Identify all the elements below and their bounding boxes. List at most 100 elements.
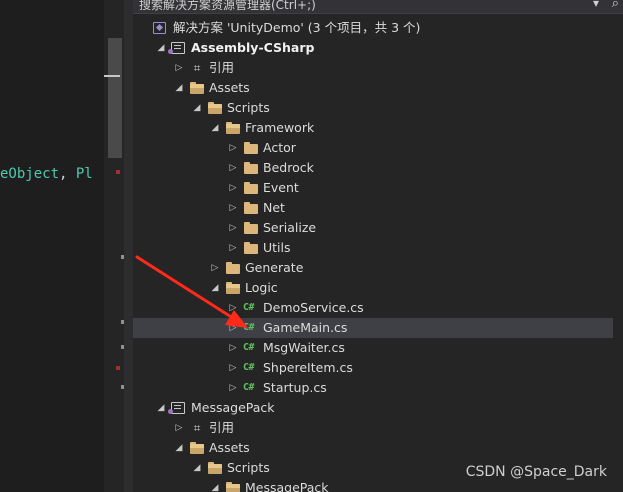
tree-item-label: Assets [209,80,250,95]
tree-item[interactable]: ▷ Event [133,178,613,198]
csharp-badge-icon [168,49,173,54]
tree-item[interactable]: ▷ C# ShpereItem.cs [133,358,613,378]
folder-icon [225,261,241,275]
collapse-arrow-icon[interactable]: ▷ [227,198,239,218]
csharp-file-icon: C# [243,382,255,393]
csharp-file-icon: C# [243,362,255,373]
tree-item-label: Scripts [227,460,270,475]
tree-item[interactable]: ◢ Assets [133,78,613,98]
tree-item-label: MsgWaiter.cs [263,340,345,355]
collapse-arrow-icon[interactable]: ▷ [227,238,239,258]
folder-icon [243,201,259,215]
tree-item[interactable]: ▷ C# GameMain.cs [133,318,613,338]
tree-item-label: Startup.cs [263,380,327,395]
folder-open-icon [189,81,205,95]
tree-item-label: 引用 [209,60,235,75]
tree-item[interactable]: ◢ MessagePack [133,398,613,418]
expand-arrow-icon[interactable]: ◢ [191,458,203,478]
solution-explorer: 搜索解决方案资源管理器(Ctrl+;) ▾ ⌕ 解决方案 'UnityDemo'… [133,0,623,492]
tree-item-label: 解决方案 'UnityDemo' (3 个项目，共 3 个) [173,20,421,35]
references-icon: ⌗ [193,61,201,75]
tree-item[interactable]: ◢ Framework [133,118,613,138]
scrollbar-thumb[interactable] [108,38,122,158]
folder-icon [243,161,259,175]
tree-item-label: Assets [209,440,250,455]
references-icon: ⌗ [193,421,201,435]
tree-item[interactable]: ◢ Scripts [133,98,613,118]
search-icon[interactable]: ⌕ [612,0,619,11]
tree-item-label: Assembly-CSharp [191,40,315,55]
collapse-arrow-icon[interactable]: ▷ [227,138,239,158]
cursor-marker [104,75,120,77]
error-marker [116,170,120,174]
tree-item[interactable]: ◢ MessagePack [133,478,613,492]
tree-item[interactable]: ◢ Logic [133,278,613,298]
tree-item[interactable]: ▷ Bedrock [133,158,613,178]
tree-item[interactable]: ▷ ⌗ 引用 [133,58,613,78]
panel-splitter[interactable] [124,0,133,492]
tree-item-label: MessagePack [191,400,275,415]
tree-item-label: Framework [245,120,315,135]
tree-item-label: Generate [245,260,304,275]
tree-item[interactable]: ▷ ⌗ 引用 [133,418,613,438]
csharp-file-icon: C# [243,342,255,353]
dropdown-icon[interactable]: ▾ [593,0,599,10]
tree-item[interactable]: ▷ Actor [133,138,613,158]
tree-item-label: Net [263,200,285,215]
expand-arrow-icon[interactable]: ◢ [155,38,167,58]
tree-item[interactable]: ◢ Assets [133,438,613,458]
csharp-project-icon [168,42,185,54]
tree-item-label: Actor [263,140,296,155]
tree-item-label: Bedrock [263,160,314,175]
expand-arrow-icon[interactable]: ◢ [191,98,203,118]
tree-item[interactable]: ▷ C# DemoService.cs [133,298,613,318]
tree-item[interactable]: ▷ C# Startup.cs [133,378,613,398]
search-input[interactable]: 搜索解决方案资源管理器(Ctrl+;) [139,0,316,13]
tree-item-label: Event [263,180,299,195]
csharp-project-icon [168,402,185,414]
collapse-arrow-icon[interactable]: ▷ [227,158,239,178]
watermark: CSDN @Space_Dark [465,464,607,480]
tree-item[interactable]: 解决方案 'UnityDemo' (3 个项目，共 3 个) [133,18,613,38]
tree-item-label: Logic [245,280,278,295]
collapse-arrow-icon[interactable]: ▷ [173,418,185,438]
expand-arrow-icon[interactable]: ◢ [173,78,185,98]
error-marker [116,366,120,370]
collapse-arrow-icon[interactable]: ▷ [227,298,239,318]
collapse-arrow-icon[interactable]: ▷ [227,378,239,398]
folder-open-icon [225,121,241,135]
search-bar[interactable]: 搜索解决方案资源管理器(Ctrl+;) ▾ ⌕ [133,0,623,14]
expand-arrow-icon[interactable]: ◢ [173,438,185,458]
tree-item-label: Scripts [227,100,270,115]
tree-item[interactable]: ▷ Generate [133,258,613,278]
csharp-file-icon: C# [243,322,255,333]
collapse-arrow-icon[interactable]: ▷ [227,218,239,238]
expand-arrow-icon[interactable]: ◢ [209,478,221,492]
tree-item-label: Serialize [263,220,317,235]
collapse-arrow-icon[interactable]: ▷ [209,258,221,278]
collapse-arrow-icon[interactable]: ▷ [227,358,239,378]
tree-item[interactable]: ▷ Utils [133,238,613,258]
folder-open-icon [207,101,223,115]
tree-item[interactable]: ◢ Assembly-CSharp [133,38,613,58]
tree-item-label: MessagePack [245,480,329,492]
expand-arrow-icon[interactable]: ◢ [209,118,221,138]
folder-open-icon [225,281,241,295]
expand-arrow-icon[interactable]: ◢ [155,398,167,418]
folder-icon [243,241,259,255]
expand-arrow-icon[interactable]: ◢ [209,278,221,298]
collapse-arrow-icon[interactable]: ▷ [227,178,239,198]
csharp-badge-icon [168,409,173,414]
collapse-arrow-icon[interactable]: ▷ [227,338,239,358]
tree-item[interactable]: ▷ Serialize [133,218,613,238]
folder-icon [243,181,259,195]
collapse-arrow-icon[interactable]: ▷ [227,318,239,338]
tree-item[interactable]: ▷ Net [133,198,613,218]
tree-item-label: Utils [263,240,291,255]
tree-item-label: 引用 [209,420,235,435]
collapse-arrow-icon[interactable]: ▷ [173,58,185,78]
code-editor[interactable]: eObject, Pl [0,0,104,492]
tree-item[interactable]: ▷ C# MsgWaiter.cs [133,338,613,358]
solution-icon [153,22,166,34]
folder-open-icon [189,441,205,455]
